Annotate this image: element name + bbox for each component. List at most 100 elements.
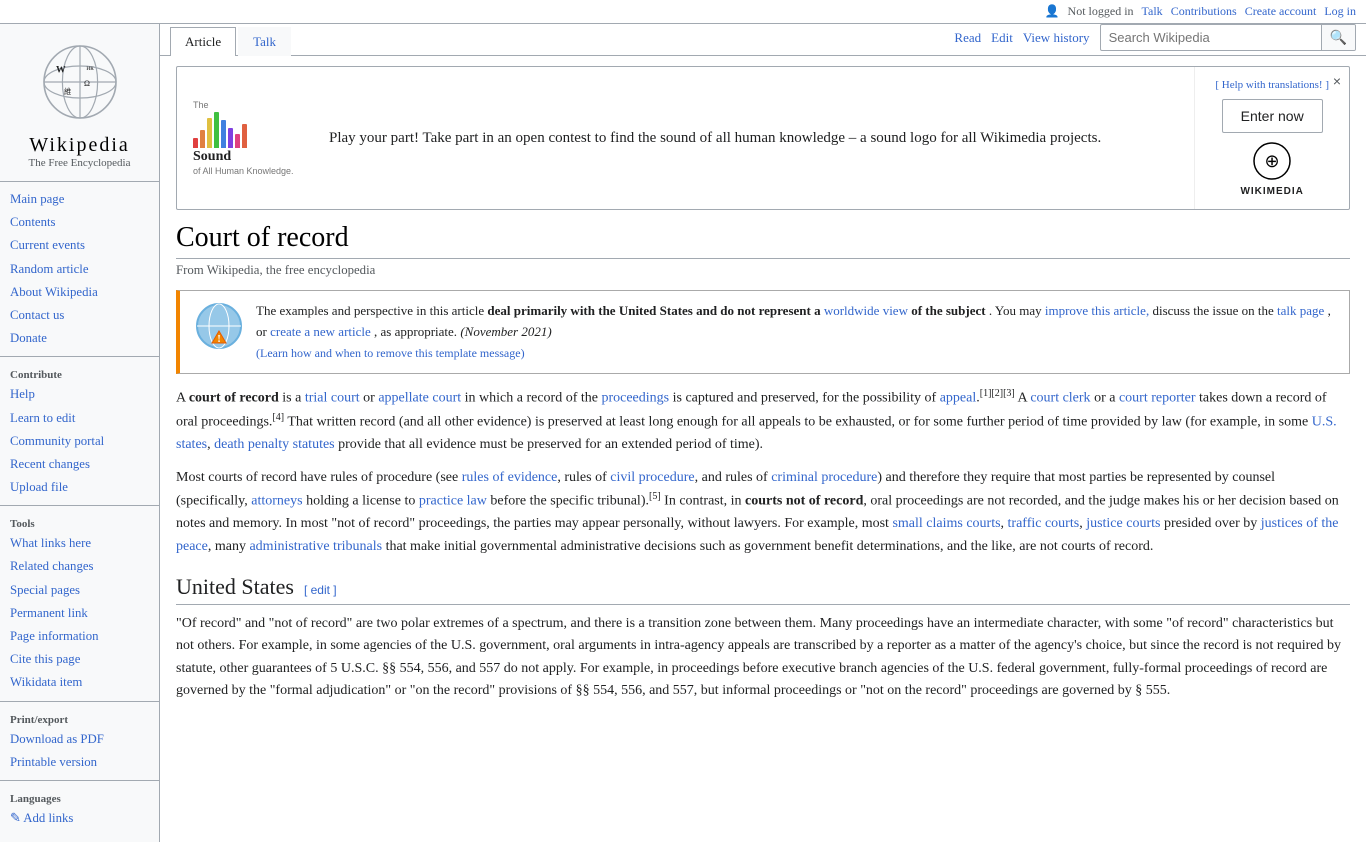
banner-close-button[interactable]: × <box>1333 73 1341 89</box>
us-states-link[interactable]: U.S. states <box>176 415 1337 452</box>
sidebar-item-permanent-link[interactable]: Permanent link <box>0 602 159 625</box>
small-claims-link[interactable]: small claims courts <box>892 516 1000 531</box>
trial-court-link[interactable]: trial court <box>305 391 360 406</box>
appellate-court-link[interactable]: appellate court <box>378 391 461 406</box>
banner-logo: The Sound of All Human Knowled <box>193 100 313 176</box>
improve-article-link[interactable]: improve this article, <box>1045 303 1149 318</box>
death-penalty-link[interactable]: death penalty statutes <box>214 437 335 452</box>
contribute-section: Help Learn to edit Community portal Rece… <box>0 383 159 499</box>
wikimedia-icon: ⊕ <box>1252 141 1292 181</box>
sidebar: W Ω 維 ик Wikipedia The Free Encyclopedia… <box>0 24 160 842</box>
print-section: Download as PDF Printable version <box>0 728 159 774</box>
log-in-link[interactable]: Log in <box>1324 4 1356 19</box>
banner-text: Play your part! Take part in an open con… <box>329 130 1178 147</box>
sidebar-item-add-links[interactable]: ✎ Add links <box>0 807 159 830</box>
warning-bold2: of the subject <box>911 303 985 318</box>
top-bar: 👤 Not logged in Talk Contributions Creat… <box>0 0 1366 24</box>
attorneys-link[interactable]: attorneys <box>251 494 302 509</box>
sidebar-item-printable[interactable]: Printable version <box>0 751 159 774</box>
warning-box: ! The examples and perspective in this a… <box>176 290 1350 374</box>
sidebar-item-cite[interactable]: Cite this page <box>0 648 159 671</box>
worldwide-view-link[interactable]: worldwide view <box>824 303 908 318</box>
tab-edit[interactable]: Edit <box>991 30 1013 46</box>
warning-text: The examples and perspective in this art… <box>256 301 1335 363</box>
admin-tribunals-link[interactable]: administrative tribunals <box>249 539 382 554</box>
tab-talk[interactable]: Talk <box>238 27 291 56</box>
sidebar-item-donate[interactable]: Donate <box>0 327 159 350</box>
sidebar-item-contents[interactable]: Contents <box>0 211 159 234</box>
new-article-link[interactable]: create a new article <box>270 324 371 339</box>
sidebar-item-about[interactable]: About Wikipedia <box>0 281 159 304</box>
tab-article[interactable]: Article <box>170 27 236 56</box>
svg-text:!: ! <box>217 334 220 345</box>
enter-now-button[interactable]: Enter now <box>1222 99 1323 133</box>
sidebar-item-what-links[interactable]: What links here <box>0 532 159 555</box>
talk-link[interactable]: Talk <box>1142 4 1163 19</box>
wiki-tagline: The Free Encyclopedia <box>0 157 159 169</box>
sidebar-item-community[interactable]: Community portal <box>0 430 159 453</box>
svg-text:ик: ик <box>86 64 94 72</box>
tools-title: Tools <box>0 512 159 532</box>
court-reporter-link[interactable]: court reporter <box>1119 391 1196 406</box>
sidebar-item-main-page[interactable]: Main page <box>0 188 159 211</box>
sidebar-item-recent-changes[interactable]: Recent changes <box>0 453 159 476</box>
create-account-link[interactable]: Create account <box>1245 4 1317 19</box>
search-input[interactable] <box>1101 26 1321 49</box>
nav-section: Main page Contents Current events Random… <box>0 188 159 350</box>
justice-courts-link[interactable]: justice courts <box>1086 516 1160 531</box>
globe-icon: W Ω 維 ик <box>40 42 120 122</box>
article-subtitle: From Wikipedia, the free encyclopedia <box>176 263 1350 278</box>
wiki-wordmark: Wikipedia <box>0 134 159 157</box>
sidebar-item-contact[interactable]: Contact us <box>0 304 159 327</box>
wikimedia-label: WIKIMEDIA <box>1240 186 1303 197</box>
tools-section: What links here Related changes Special … <box>0 532 159 694</box>
languages-section: ✎ Add links <box>0 807 159 830</box>
warning-after: . You may <box>989 303 1045 318</box>
appeal-link[interactable]: appeal <box>940 391 977 406</box>
article-para-2: Most courts of record have rules of proc… <box>176 467 1350 558</box>
court-clerk-link[interactable]: court clerk <box>1030 391 1090 406</box>
practice-law-link[interactable]: practice law <box>419 494 487 509</box>
sidebar-item-page-info[interactable]: Page information <box>0 625 159 648</box>
article-para-1: A court of record is a trial court or ap… <box>176 386 1350 456</box>
rules-evidence-link[interactable]: rules of evidence <box>462 470 558 485</box>
wikimedia-logo-area: ⊕ WIKIMEDIA <box>1240 141 1303 197</box>
us-section-para: "Of record" and "not of record" are two … <box>176 613 1350 703</box>
us-heading-text: United States <box>176 574 294 600</box>
contributions-link[interactable]: Contributions <box>1171 4 1237 19</box>
us-section-edit-link[interactable]: [ edit ] <box>304 583 337 597</box>
sidebar-item-help[interactable]: Help <box>0 383 159 406</box>
civil-procedure-link[interactable]: civil procedure <box>610 470 694 485</box>
search-form: 🔍 <box>1100 24 1356 51</box>
svg-text:⊕: ⊕ <box>1265 151 1280 171</box>
user-icon: 👤 <box>1045 4 1060 19</box>
talk-page-link[interactable]: talk page <box>1277 303 1324 318</box>
sidebar-item-wikidata[interactable]: Wikidata item <box>0 671 159 694</box>
sidebar-item-random-article[interactable]: Random article <box>0 258 159 281</box>
proceedings-link[interactable]: proceedings <box>601 391 669 406</box>
svg-text:W: W <box>56 64 66 75</box>
criminal-procedure-link[interactable]: criminal procedure <box>771 470 877 485</box>
help-translations-link[interactable]: [ Help with translations! ] <box>1215 79 1329 91</box>
warning-bold: deal primarily with the United States an… <box>487 303 823 318</box>
warning-italic: (November 2021) <box>460 324 551 339</box>
sidebar-item-related-changes[interactable]: Related changes <box>0 555 159 578</box>
sidebar-item-download-pdf[interactable]: Download as PDF <box>0 728 159 751</box>
warning-icon: ! <box>194 301 244 357</box>
warning-text4: , as appropriate. <box>374 324 460 339</box>
not-logged-in: Not logged in <box>1068 4 1134 19</box>
svg-text:維: 維 <box>64 87 71 96</box>
wikipedia-logo: W Ω 維 ик <box>0 32 159 134</box>
sidebar-item-upload[interactable]: Upload file <box>0 476 159 499</box>
sidebar-item-special-pages[interactable]: Special pages <box>0 579 159 602</box>
pencil-icon: ✎ <box>10 811 21 825</box>
traffic-courts-link[interactable]: traffic courts <box>1008 516 1080 531</box>
sidebar-item-current-events[interactable]: Current events <box>0 234 159 257</box>
learn-template-link[interactable]: (Learn how and when to remove this templ… <box>256 346 525 360</box>
search-button[interactable]: 🔍 <box>1321 25 1355 50</box>
tab-read[interactable]: Read <box>954 30 981 46</box>
tab-view-history[interactable]: View history <box>1023 30 1090 46</box>
sidebar-item-learn-edit[interactable]: Learn to edit <box>0 407 159 430</box>
article-title: Court of record <box>176 222 1350 259</box>
warning-text-before: The examples and perspective in this art… <box>256 303 487 318</box>
